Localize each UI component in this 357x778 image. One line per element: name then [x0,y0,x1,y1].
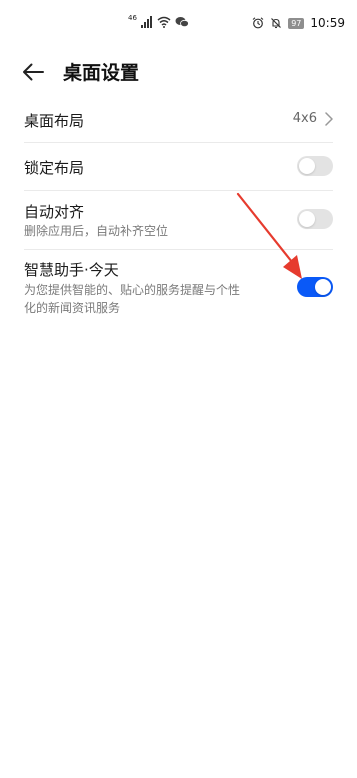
status-bar: 46 97 10:59 [0,0,357,50]
auto-align-label: 自动对齐 [24,203,85,221]
toggle-knob [299,158,315,174]
back-button[interactable] [20,60,46,84]
toggle-knob [299,211,315,227]
page-title: 桌面设置 [63,62,140,84]
auto-align-description: 删除应用后，自动补齐空位 [24,224,169,238]
network-type-label: 46 [128,14,137,22]
lock-layout-toggle[interactable] [297,156,333,176]
mute-bell-icon [271,18,282,29]
signal-icon [140,16,152,28]
smart-assistant-label: 智慧助手·今天 [24,261,119,279]
smart-assistant-row: 智慧助手·今天 为您提供智能的、贴心的服务提醒与个性 化的新闻资讯服务 [24,250,333,322]
lock-layout-label: 锁定布局 [24,159,85,177]
smart-assistant-toggle[interactable] [297,277,333,297]
desktop-layout-row[interactable]: 桌面布局 4x6 [24,98,333,142]
status-right-icons: 97 10:59 [252,16,345,30]
alarm-icon [252,17,264,29]
arrow-left-icon [23,63,44,81]
status-left-icons: 46 [128,14,189,28]
wechat-icon [175,17,189,28]
battery-indicator: 97 [288,17,305,29]
smart-assistant-description-line1: 为您提供智能的、贴心的服务提醒与个性 [24,283,241,297]
chevron-right-icon [325,111,333,126]
lock-layout-row: 锁定布局 [24,143,333,190]
desktop-layout-label: 桌面布局 [24,112,85,130]
header: 桌面设置 [0,52,357,92]
toggle-knob [315,279,331,295]
settings-screen: 46 97 10:59 桌面设置 桌面布局 4x6 锁定布局 自动对齐 删除应用… [0,0,357,778]
desktop-layout-value: 4x6 [292,111,317,126]
status-time: 10:59 [310,16,345,30]
auto-align-toggle[interactable] [297,209,333,229]
wifi-icon [157,16,171,28]
desktop-layout-value-wrap: 4x6 [293,111,333,126]
smart-assistant-description-line2: 化的新闻资讯服务 [24,301,121,315]
auto-align-row: 自动对齐 删除应用后，自动补齐空位 [24,191,333,249]
